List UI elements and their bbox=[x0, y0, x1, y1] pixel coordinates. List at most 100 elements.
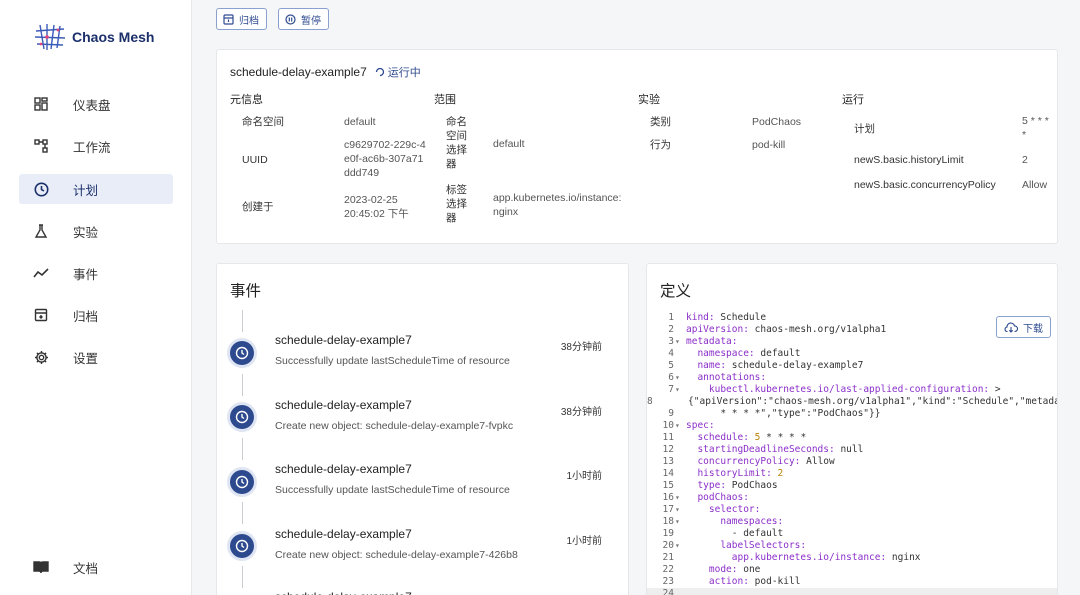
download-button[interactable]: 下载 bbox=[996, 316, 1051, 338]
history-limit-value: 2 bbox=[1022, 154, 1028, 166]
line-number: 19 bbox=[662, 528, 674, 539]
line-number: 4 bbox=[668, 348, 674, 359]
code-text: startingDeadlineSeconds: null bbox=[697, 444, 864, 455]
sidebar: Chaos Mesh 仪表盘 工作流 计划 实验 事件 归档 设置 文档 bbox=[0, 0, 192, 595]
fold-toggle-icon[interactable]: ▾ bbox=[675, 492, 686, 504]
fold-toggle-icon[interactable]: ▾ bbox=[675, 540, 686, 552]
ns-selector-label: 命名空间选择器 bbox=[446, 116, 467, 170]
sidebar-item-label: 实验 bbox=[73, 225, 99, 240]
code-line: 13 concurrencyPolicy: Allow bbox=[647, 456, 1057, 468]
line-number: 13 bbox=[662, 456, 674, 467]
fold-toggle-icon[interactable]: ▾ bbox=[675, 384, 686, 396]
chaos-mesh-logo-icon bbox=[34, 24, 66, 50]
code-line: 11 schedule: 5 * * * * bbox=[647, 432, 1057, 444]
event-clock-icon bbox=[230, 470, 254, 494]
code-text: * * * *","type":"PodChaos"}} bbox=[686, 408, 881, 419]
code-line: 6 ▾ annotations: bbox=[647, 372, 1057, 384]
line-number: 3 bbox=[668, 336, 674, 347]
code-text: mode: one bbox=[708, 564, 761, 575]
archive-button-label: 归档 bbox=[239, 15, 259, 27]
sidebar-item-schedule[interactable]: 计划 bbox=[19, 174, 173, 204]
run-section-title: 运行 bbox=[842, 94, 864, 106]
definition-card: 定义 1 kind: Schedule 2 apiVersion: chaos-mes… bbox=[646, 263, 1058, 595]
status-text: 运行中 bbox=[387, 67, 421, 79]
fold-toggle-icon[interactable]: ▾ bbox=[675, 372, 686, 384]
yaml-editor[interactable]: 1 kind: Schedule 2 apiVersion: chaos-mesh.o… bbox=[647, 312, 1057, 595]
event-message: Create new object: schedule-delay-exampl… bbox=[275, 549, 518, 561]
code-line: 24 bbox=[647, 588, 1057, 595]
book-icon bbox=[33, 559, 49, 575]
sidebar-item-dashboard[interactable]: 仪表盘 bbox=[19, 89, 173, 119]
event-name: schedule-delay-example7 bbox=[275, 333, 412, 347]
event-name: schedule-delay-example7 bbox=[275, 398, 412, 412]
code-line: 23 action: pod-kill bbox=[647, 576, 1057, 588]
code-text: kubectl.kubernetes.io/last-applied-confi… bbox=[708, 384, 1001, 395]
code-text: podChaos: bbox=[697, 492, 749, 503]
fold-toggle-icon bbox=[675, 324, 686, 336]
namespace-label: 命名空间 bbox=[242, 116, 284, 128]
code-line: 22 mode: one bbox=[647, 564, 1057, 576]
line-number: 17 bbox=[662, 504, 674, 515]
logo[interactable]: Chaos Mesh bbox=[34, 22, 154, 52]
kind-value: PodChaos bbox=[752, 116, 802, 128]
line-number: 5 bbox=[668, 360, 674, 371]
fold-toggle-icon bbox=[675, 360, 686, 372]
sidebar-item-events[interactable]: 事件 bbox=[19, 258, 173, 288]
line-number: 24 bbox=[662, 588, 674, 595]
line-number: 11 bbox=[662, 432, 674, 443]
line-number: 16 bbox=[662, 492, 674, 503]
history-limit-label: newS.basic.historyLimit bbox=[854, 154, 964, 166]
code-line: 3 ▾ metadata: bbox=[647, 336, 1057, 348]
event-clock-icon bbox=[230, 405, 254, 429]
pause-button-label: 暂停 bbox=[301, 15, 321, 27]
line-number: 7 bbox=[668, 384, 674, 395]
schedule-header: schedule-delay-example7 运行中 bbox=[230, 64, 421, 80]
sidebar-item-docs[interactable]: 文档 bbox=[19, 552, 173, 582]
sidebar-item-workflow[interactable]: 工作流 bbox=[19, 131, 173, 161]
timeline-connector bbox=[242, 374, 243, 396]
fold-toggle-icon bbox=[675, 576, 686, 588]
fold-toggle-icon bbox=[675, 312, 686, 324]
download-button-label: 下载 bbox=[1023, 323, 1043, 335]
code-line: 15 type: PodChaos bbox=[647, 480, 1057, 492]
code-text: spec: bbox=[686, 420, 715, 431]
code-line: 21 app.kubernetes.io/instance: nginx bbox=[647, 552, 1057, 564]
code-line: 19 - default bbox=[647, 528, 1057, 540]
code-text: namespace: default bbox=[697, 348, 801, 359]
code-text: selector: bbox=[708, 504, 761, 515]
archive-button[interactable]: 归档 bbox=[216, 8, 267, 30]
event-name: schedule-delay-example7 bbox=[275, 462, 412, 476]
pause-button[interactable]: 暂停 bbox=[278, 8, 329, 30]
line-number: 10 bbox=[662, 420, 674, 431]
event-time: 1小时前 bbox=[566, 471, 602, 482]
schedule-name: schedule-delay-example7 bbox=[230, 65, 367, 79]
timeline-connector bbox=[242, 502, 243, 524]
code-line: 7 ▾ kubectl.kubernetes.io/last-applied-co… bbox=[647, 384, 1057, 396]
cloud-download-icon bbox=[1004, 322, 1018, 333]
sidebar-item-archive[interactable]: 归档 bbox=[19, 300, 173, 330]
line-number: 9 bbox=[668, 408, 674, 419]
archive-icon bbox=[223, 13, 234, 25]
fold-toggle-icon[interactable]: ▾ bbox=[675, 336, 686, 348]
line-number: 2 bbox=[668, 324, 674, 335]
code-text: kind: Schedule bbox=[686, 312, 767, 323]
fold-toggle-icon[interactable]: ▾ bbox=[675, 420, 686, 432]
code-line: 4 namespace: default bbox=[647, 348, 1057, 360]
sidebar-item-label: 文档 bbox=[73, 561, 99, 576]
event-message: Create new object: schedule-delay-exampl… bbox=[275, 420, 514, 432]
sidebar-item-experiment[interactable]: 实验 bbox=[19, 216, 173, 246]
code-text: - default bbox=[686, 528, 784, 539]
sidebar-item-settings[interactable]: 设置 bbox=[19, 342, 173, 372]
sidebar-item-label: 工作流 bbox=[73, 140, 111, 155]
event-clock-icon bbox=[230, 534, 254, 558]
line-number: 6 bbox=[668, 372, 674, 383]
fold-toggle-icon[interactable]: ▾ bbox=[675, 516, 686, 528]
workflow-icon bbox=[33, 138, 49, 154]
code-line: 20 ▾ labelSelectors: bbox=[647, 540, 1057, 552]
code-text: annotations: bbox=[697, 372, 767, 383]
fold-toggle-icon[interactable]: ▾ bbox=[675, 504, 686, 516]
trend-icon bbox=[33, 265, 49, 281]
code-text: schedule: 5 * * * * bbox=[697, 432, 807, 443]
code-text: concurrencyPolicy: Allow bbox=[697, 456, 835, 467]
line-number: 14 bbox=[662, 468, 674, 479]
